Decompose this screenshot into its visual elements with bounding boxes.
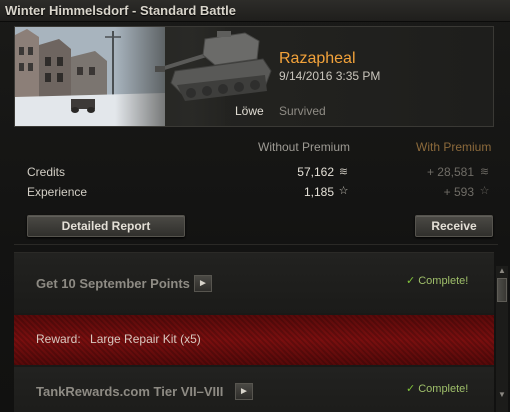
experience-base-value: 1,185 — [303, 185, 334, 199]
heavy-tank-icon — [155, 31, 272, 101]
quest-status: ✓ Complete! — [406, 382, 468, 395]
quest-expand-button[interactable]: ► — [194, 275, 212, 292]
section-divider — [14, 244, 498, 245]
detailed-report-button[interactable]: Detailed Report — [27, 215, 185, 237]
reward-line: Reward: Large Repair Kit (x5) — [36, 332, 201, 346]
quest-reward: Reward: Large Repair Kit (x5) — [14, 315, 494, 365]
credits-icon: ≋ — [479, 166, 490, 178]
player-name: Razapheal — [279, 50, 356, 67]
quest-scrollbar[interactable]: ▲ ▼ — [496, 266, 508, 412]
title-bar: Winter Himmelsdorf - Standard Battle — [0, 0, 510, 22]
checkmark-icon: ✓ — [406, 383, 416, 395]
reward-label: Reward: — [36, 332, 81, 346]
quest-list: Get 10 September Points ► ✓ Complete! Rew… — [14, 252, 494, 412]
checkmark-icon: ✓ — [406, 275, 416, 287]
experience-star-icon: ☆ — [338, 185, 349, 197]
quest-status: ✓ Complete! — [406, 274, 468, 287]
column-without-premium: Without Premium — [258, 140, 351, 154]
chevron-right-icon: ► — [239, 386, 249, 397]
credits-icon: ≋ — [338, 166, 349, 178]
quest-item[interactable]: TankRewards.com Tier VII–VIII ► ✓ Complet… — [14, 367, 494, 412]
credits-base-value: 57,162 — [297, 165, 334, 179]
credits-premium-value: + 28,581 — [426, 165, 474, 179]
quest-expand-button[interactable]: ► — [235, 383, 253, 400]
quest-title: TankRewards.com Tier VII–VIII — [36, 384, 224, 399]
tank-name: Löwe — [235, 104, 264, 118]
chevron-right-icon: ► — [198, 278, 208, 289]
battle-banner: Razapheal 9/14/2016 3:35 PM Löwe Survive… — [14, 26, 494, 127]
experience-star-icon: ☆ — [479, 185, 490, 197]
scroll-thumb[interactable] — [497, 278, 507, 302]
battle-status: Survived — [279, 104, 326, 118]
quest-title: Get 10 September Points — [36, 276, 190, 291]
quest-status-text: Complete! — [418, 383, 469, 395]
battle-time: 9/14/2016 3:35 PM — [279, 69, 381, 83]
scroll-up-arrow-icon[interactable]: ▲ — [497, 266, 507, 276]
reward-value: Large Repair Kit (x5) — [90, 332, 201, 346]
receive-button[interactable]: Receive — [415, 215, 493, 237]
experience-label: Experience — [27, 185, 88, 199]
scroll-down-arrow-icon[interactable]: ▼ — [497, 390, 507, 400]
quest-item[interactable]: Get 10 September Points ► ✓ Complete! — [14, 253, 494, 313]
experience-premium-value: + 593 — [443, 185, 474, 199]
column-with-premium: With Premium — [416, 140, 492, 154]
battle-results-window: Winter Himmelsdorf - Standard Battle Raz… — [0, 0, 510, 412]
window-title: Winter Himmelsdorf - Standard Battle — [5, 3, 237, 18]
quest-status-text: Complete! — [418, 275, 469, 287]
credits-label: Credits — [27, 165, 66, 179]
